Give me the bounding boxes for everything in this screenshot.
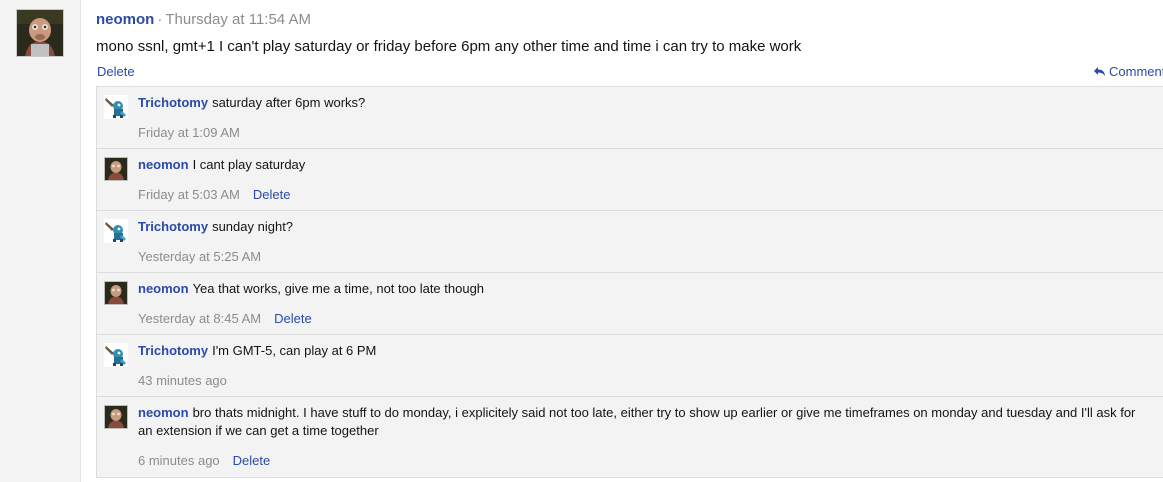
comment-item: Trichotomy sunday night? Yesterday at 5:2… [97,211,1163,273]
comment-item: neomon bro thats midnight. I have stuff t… [97,397,1163,476]
comment-delete-link[interactable]: Delete [274,311,312,326]
comment-text: Trichotomy saturday after 6pm works? [138,94,1158,112]
comment-text: Trichotomy sunday night? [138,218,1158,236]
comment-body: Yea that works, give me a time, not too … [192,281,485,296]
comment-author-link[interactable]: Trichotomy [138,343,208,358]
left-gutter [0,0,81,482]
comment-body: saturday after 6pm works? [212,95,366,110]
comment-meta: 43 minutes ago [138,373,227,388]
comment-timestamp[interactable]: Yesterday at 5:25 AM [138,249,261,264]
comment-meta: Friday at 1:09 AM [138,125,240,140]
comment-author-link[interactable]: neomon [138,405,189,420]
comment-body: I cant play saturday [192,157,306,172]
reply-icon [1094,67,1105,76]
comment-item: neomon I cant play saturday Friday at 5:0… [97,149,1163,211]
comment-item: Trichotomy I'm GMT-5, can play at 6 PM 43… [97,335,1163,397]
comment-text: Trichotomy I'm GMT-5, can play at 6 PM [138,342,1158,360]
comment-timestamp[interactable]: 43 minutes ago [138,373,227,388]
comment-text: neomon I cant play saturday [138,156,1158,174]
comment-timestamp[interactable]: Yesterday at 8:45 AM [138,311,261,326]
separator-dot: · [157,11,163,28]
comment-delete-link[interactable]: Delete [233,453,271,468]
comment-meta: 6 minutes ago Delete [138,453,270,468]
avatar[interactable] [16,9,64,57]
comment-timestamp[interactable]: 6 minutes ago [138,453,220,468]
post-body: mono ssnl, gmt+1 I can't play saturday o… [96,38,802,55]
comment-author-link[interactable]: Trichotomy [138,219,208,234]
avatar[interactable] [104,95,128,119]
post-timestamp[interactable]: Thursday at 11:54 AM [165,11,311,28]
comment-body: sunday night? [212,219,294,234]
comment-meta: Yesterday at 5:25 AM [138,249,261,264]
comment-meta: Yesterday at 8:45 AM Delete [138,311,312,326]
avatar[interactable] [104,343,128,367]
comment-text: neomon Yea that works, give me a time, no… [138,280,1158,298]
comment-meta: Friday at 5:03 AM Delete [138,187,290,202]
comment-text: neomon bro thats midnight. I have stuff t… [97,404,1153,440]
avatar[interactable] [104,157,128,181]
comment-delete-link[interactable]: Delete [253,187,291,202]
neomon-avatar-icon [105,158,127,180]
comment-list: Trichotomy saturday after 6pm works? Frid… [96,86,1163,478]
comment-timestamp[interactable]: Friday at 5:03 AM [138,187,240,202]
trichotomy-avatar-icon [105,98,126,118]
comment-author-link[interactable]: Trichotomy [138,95,208,110]
comment-author-link[interactable]: neomon [138,281,189,296]
comment-item: neomon Yea that works, give me a time, no… [97,273,1163,335]
neomon-avatar-icon [105,282,127,304]
comment-label: Comment [1109,64,1163,79]
comment-body: bro thats midnight. I have stuff to do m… [138,405,1136,438]
post-author-link[interactable]: neomon [96,11,154,28]
comment-timestamp[interactable]: Friday at 1:09 AM [138,125,240,140]
comment-body: I'm GMT-5, can play at 6 PM [212,343,377,358]
post-delete-link[interactable]: Delete [97,64,135,79]
avatar[interactable] [104,219,128,243]
comment-item: Trichotomy saturday after 6pm works? Frid… [97,87,1163,149]
trichotomy-avatar-icon [105,222,126,242]
trichotomy-avatar-icon [105,346,126,366]
post-header: neomon · Thursday at 11:54 AM [96,11,311,28]
comment-button[interactable]: Comment [1093,64,1163,79]
neomon-avatar-icon [17,10,63,56]
avatar[interactable] [104,281,128,305]
comment-author-link[interactable]: neomon [138,157,189,172]
